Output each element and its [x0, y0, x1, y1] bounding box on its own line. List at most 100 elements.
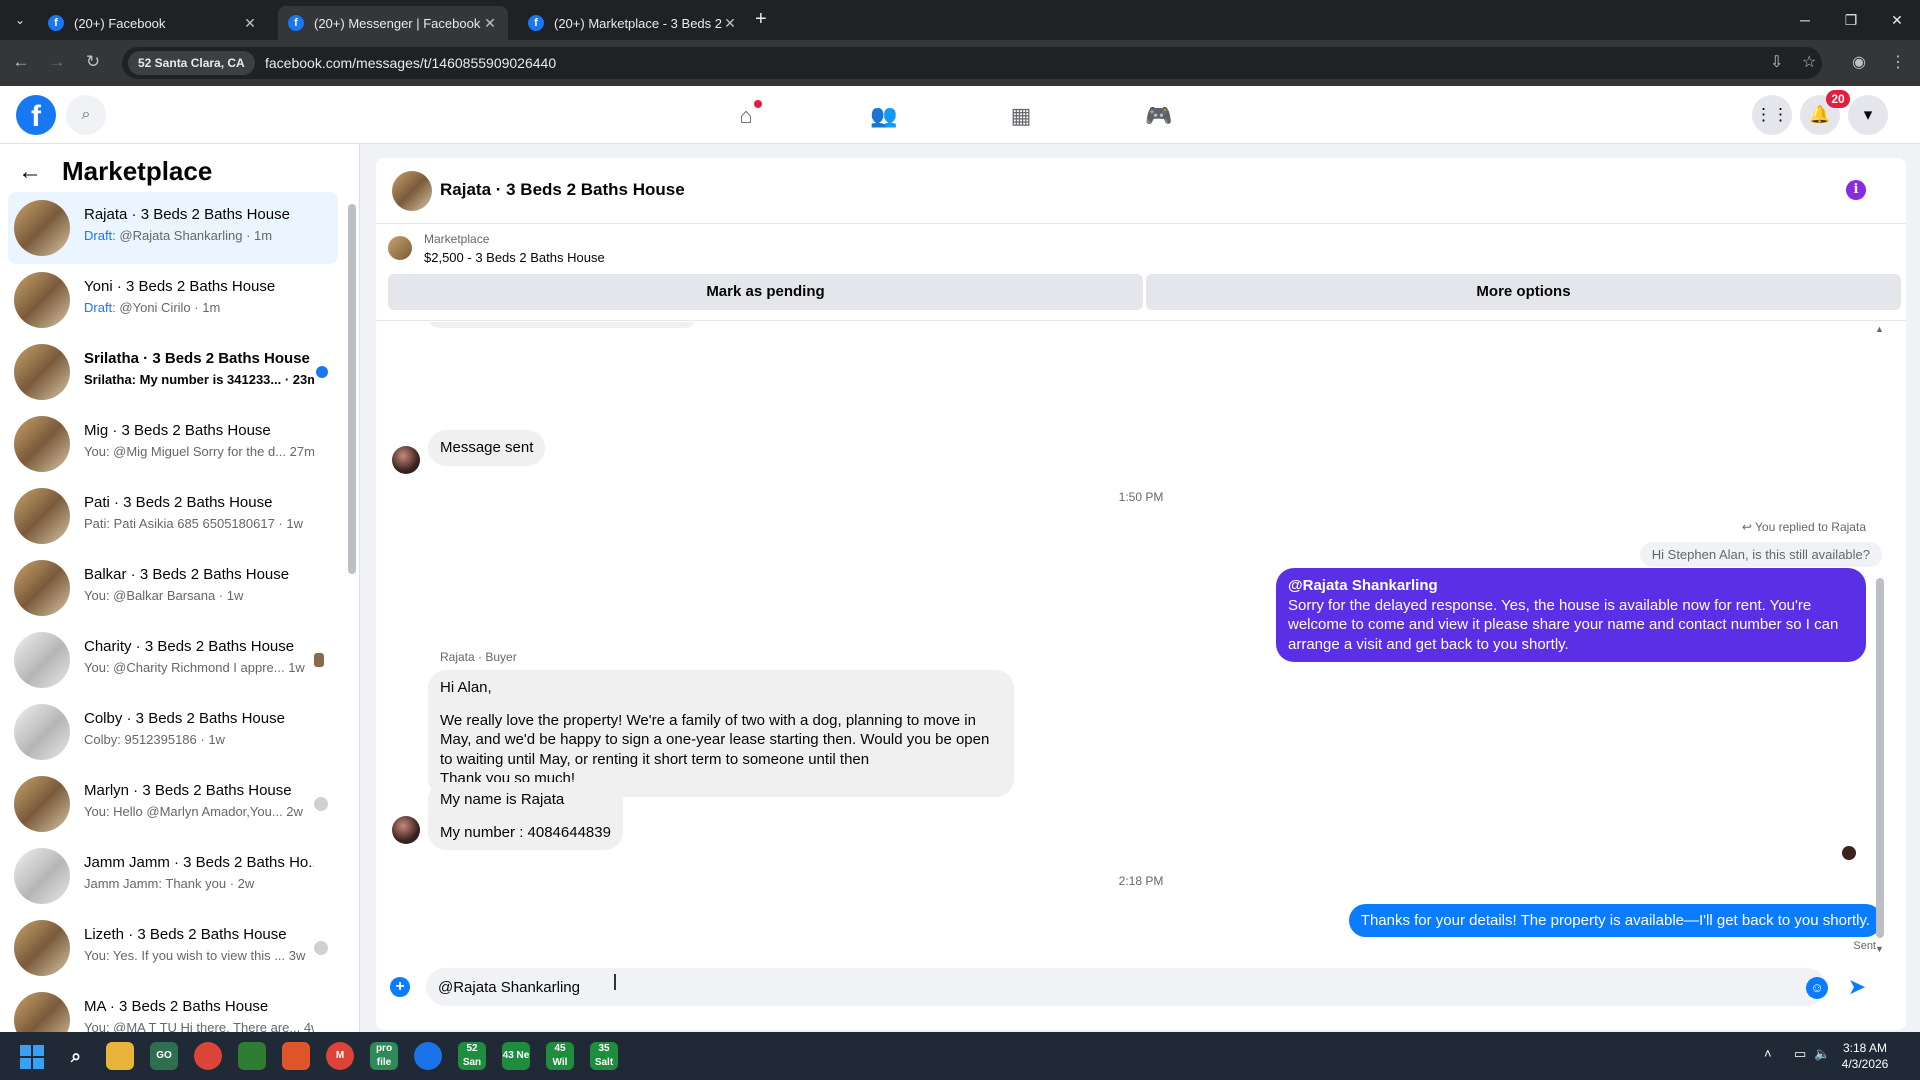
- message-text: We really love the property! We're a fam…: [440, 711, 990, 768]
- menu-kebab-icon[interactable]: ⋮: [1890, 52, 1906, 72]
- conversation-item[interactable]: Colby · 3 Beds 2 Baths House Colby: 9512…: [8, 696, 338, 768]
- taskbar-app-icon[interactable]: pro file: [370, 1042, 398, 1070]
- back-icon[interactable]: ←: [10, 52, 32, 72]
- avatar: [14, 560, 70, 616]
- sidebar-scrollbar[interactable]: [348, 204, 356, 574]
- message-bubble[interactable]: My name is Rajata My number : 4084644839: [428, 782, 623, 850]
- taskbar-app-icon[interactable]: 43 Ne: [502, 1042, 530, 1070]
- chat-scrollbar[interactable]: [1876, 578, 1884, 938]
- install-icon[interactable]: ⇩: [1770, 52, 1783, 72]
- conversation-preview: You: @Mig Miguel Sorry for the d... 27m: [84, 444, 314, 459]
- browser-icon[interactable]: [414, 1042, 442, 1070]
- profile-icon[interactable]: ◉: [1852, 52, 1866, 72]
- message-input[interactable]: [426, 968, 1826, 1006]
- send-icon[interactable]: ➤: [1844, 974, 1870, 1000]
- new-tab-icon[interactable]: +: [755, 8, 767, 31]
- conversation-title: Jamm Jamm · 3 Beds 2 Baths Ho...: [84, 854, 314, 871]
- message-bubble-outgoing[interactable]: Thanks for your details! The property is…: [1348, 904, 1882, 937]
- conversation-item[interactable]: Pati · 3 Beds 2 Baths House Pati: Pati A…: [8, 480, 338, 552]
- conversation-item[interactable]: Mig · 3 Beds 2 Baths House You: @Mig Mig…: [8, 408, 338, 480]
- menu-grid-icon[interactable]: ⋮⋮: [1752, 95, 1792, 135]
- conversation-item[interactable]: Marlyn · 3 Beds 2 Baths House You: Hello…: [8, 768, 338, 840]
- omnibox[interactable]: 52 Santa Clara, CA facebook.com/messages…: [122, 47, 1822, 79]
- close-icon[interactable]: ✕: [722, 15, 738, 32]
- sender-avatar[interactable]: [392, 446, 420, 474]
- emoji-icon[interactable]: ☺: [1806, 977, 1828, 999]
- brave-icon[interactable]: [282, 1042, 310, 1070]
- facebook-logo-icon[interactable]: f: [16, 95, 56, 135]
- taskbar-app-icon[interactable]: GO: [150, 1042, 178, 1070]
- file-explorer-icon[interactable]: [106, 1042, 134, 1070]
- facebook-favicon-icon: f: [48, 15, 64, 31]
- scroll-up-icon[interactable]: ▲: [1875, 324, 1884, 334]
- marketplace-icon[interactable]: ▦: [1007, 102, 1035, 130]
- plus-icon[interactable]: +: [390, 977, 410, 997]
- taskbar-app-icon[interactable]: 35 Salt: [590, 1042, 618, 1070]
- info-icon[interactable]: i: [1846, 180, 1866, 200]
- taskbar-app-icon[interactable]: 52 San: [458, 1042, 486, 1070]
- avatar[interactable]: [392, 171, 432, 211]
- conversation-preview: You: Hello @Marlyn Amador,You... 2w: [84, 804, 303, 819]
- message-bubble[interactable]: Hi Alan, We really love the property! We…: [428, 670, 1014, 797]
- chat-title[interactable]: Rajata · 3 Beds 2 Baths House: [440, 180, 685, 200]
- conversation-item[interactable]: Jamm Jamm · 3 Beds 2 Baths Ho... Jamm Ja…: [8, 840, 338, 912]
- taskbar-app-icon[interactable]: 45 Wil: [546, 1042, 574, 1070]
- scroll-down-icon[interactable]: ▼: [1875, 944, 1884, 954]
- home-notification-dot: [754, 100, 762, 108]
- window-close-icon[interactable]: ✕: [1874, 0, 1920, 40]
- bookmark-star-icon[interactable]: ☆: [1802, 52, 1816, 72]
- sender-label: Rajata · Buyer: [440, 650, 517, 664]
- tab-facebook[interactable]: f (20+) Facebook ✕: [38, 6, 268, 40]
- conversation-item[interactable]: Lizeth · 3 Beds 2 Baths House You: Yes. …: [8, 912, 338, 984]
- timestamp: 2:18 PM: [1118, 874, 1164, 888]
- location-chip[interactable]: 52 Santa Clara, CA: [128, 51, 255, 75]
- message-bubble-outgoing[interactable]: @Rajata Shankarling Sorry for the delaye…: [1276, 568, 1866, 662]
- chat-panel: Rajata · 3 Beds 2 Baths House i Marketpl…: [376, 158, 1906, 1030]
- chat-header: Rajata · 3 Beds 2 Baths House i: [376, 158, 1906, 224]
- conversation-item[interactable]: Srilatha · 3 Beds 2 Baths House Srilatha…: [8, 336, 338, 408]
- message-bubble[interactable]: Message sent: [428, 430, 546, 466]
- tab-marketplace[interactable]: f (20+) Marketplace - 3 Beds 2 B ✕: [518, 6, 748, 40]
- tray-chevron-up-icon[interactable]: ˄: [1764, 1046, 1772, 1061]
- tab-search-icon[interactable]: ⌄: [8, 8, 32, 32]
- seen-avatar: [314, 941, 328, 955]
- listing-thumbnail[interactable]: [388, 236, 412, 260]
- search-icon[interactable]: ⌕: [66, 95, 106, 135]
- conversation-item[interactable]: Charity · 3 Beds 2 Baths House You: @Cha…: [8, 624, 338, 696]
- listing-title[interactable]: $2,500 - 3 Beds 2 Baths House: [424, 250, 605, 265]
- reload-icon[interactable]: ↻: [82, 52, 104, 72]
- chrome-icon[interactable]: [194, 1042, 222, 1070]
- gaming-icon[interactable]: 🎮: [1145, 102, 1173, 130]
- avatar: [14, 272, 70, 328]
- unread-dot: [316, 366, 328, 378]
- spreadsheet-icon[interactable]: [238, 1042, 266, 1070]
- minimize-icon[interactable]: ─: [1782, 0, 1828, 40]
- conversation-preview: You: @MA T TU Hi there, There are... 4w: [84, 1020, 314, 1032]
- back-arrow-icon[interactable]: ←: [18, 158, 42, 186]
- network-icon[interactable]: ▭: [1794, 1046, 1806, 1062]
- conversation-title: Lizeth · 3 Beds 2 Baths House: [84, 926, 287, 943]
- avatar: [14, 776, 70, 832]
- conversation-item[interactable]: MA · 3 Beds 2 Baths House You: @MA T TU …: [8, 984, 338, 1032]
- windows-start-icon[interactable]: [20, 1045, 44, 1069]
- mark-as-pending-button[interactable]: Mark as pending: [388, 274, 1143, 310]
- restore-icon[interactable]: ❐: [1828, 0, 1874, 40]
- taskbar-clock[interactable]: 3:18 AM 4/3/2026: [1830, 1040, 1900, 1072]
- close-icon[interactable]: ✕: [242, 15, 258, 32]
- conversation-item[interactable]: Yoni · 3 Beds 2 Baths House Draft: @Yoni…: [8, 264, 338, 336]
- url-text[interactable]: facebook.com/messages/t/1460855909026440: [265, 55, 556, 71]
- more-options-button[interactable]: More options: [1146, 274, 1901, 310]
- search-icon[interactable]: ⌕: [62, 1042, 90, 1070]
- sender-avatar[interactable]: [392, 816, 420, 844]
- marketplace-sidebar: ← Marketplace Rajata · 3 Beds 2 Baths Ho…: [0, 144, 360, 1032]
- forward-icon[interactable]: →: [46, 52, 68, 72]
- close-icon[interactable]: ✕: [482, 15, 498, 32]
- tab-messenger[interactable]: f (20+) Messenger | Facebook ✕: [278, 6, 508, 40]
- reply-quote[interactable]: Hi Stephen Alan, is this still available…: [1639, 542, 1882, 567]
- friends-icon[interactable]: 👥: [870, 102, 898, 130]
- volume-icon[interactable]: 🔈: [1814, 1046, 1830, 1062]
- account-chevron-down-icon[interactable]: ▾: [1848, 95, 1888, 135]
- conversation-item[interactable]: Balkar · 3 Beds 2 Baths House You: @Balk…: [8, 552, 338, 624]
- chrome-profile-icon[interactable]: M: [326, 1042, 354, 1070]
- conversation-item[interactable]: Rajata · 3 Beds 2 Baths House Draft: @Ra…: [8, 192, 338, 264]
